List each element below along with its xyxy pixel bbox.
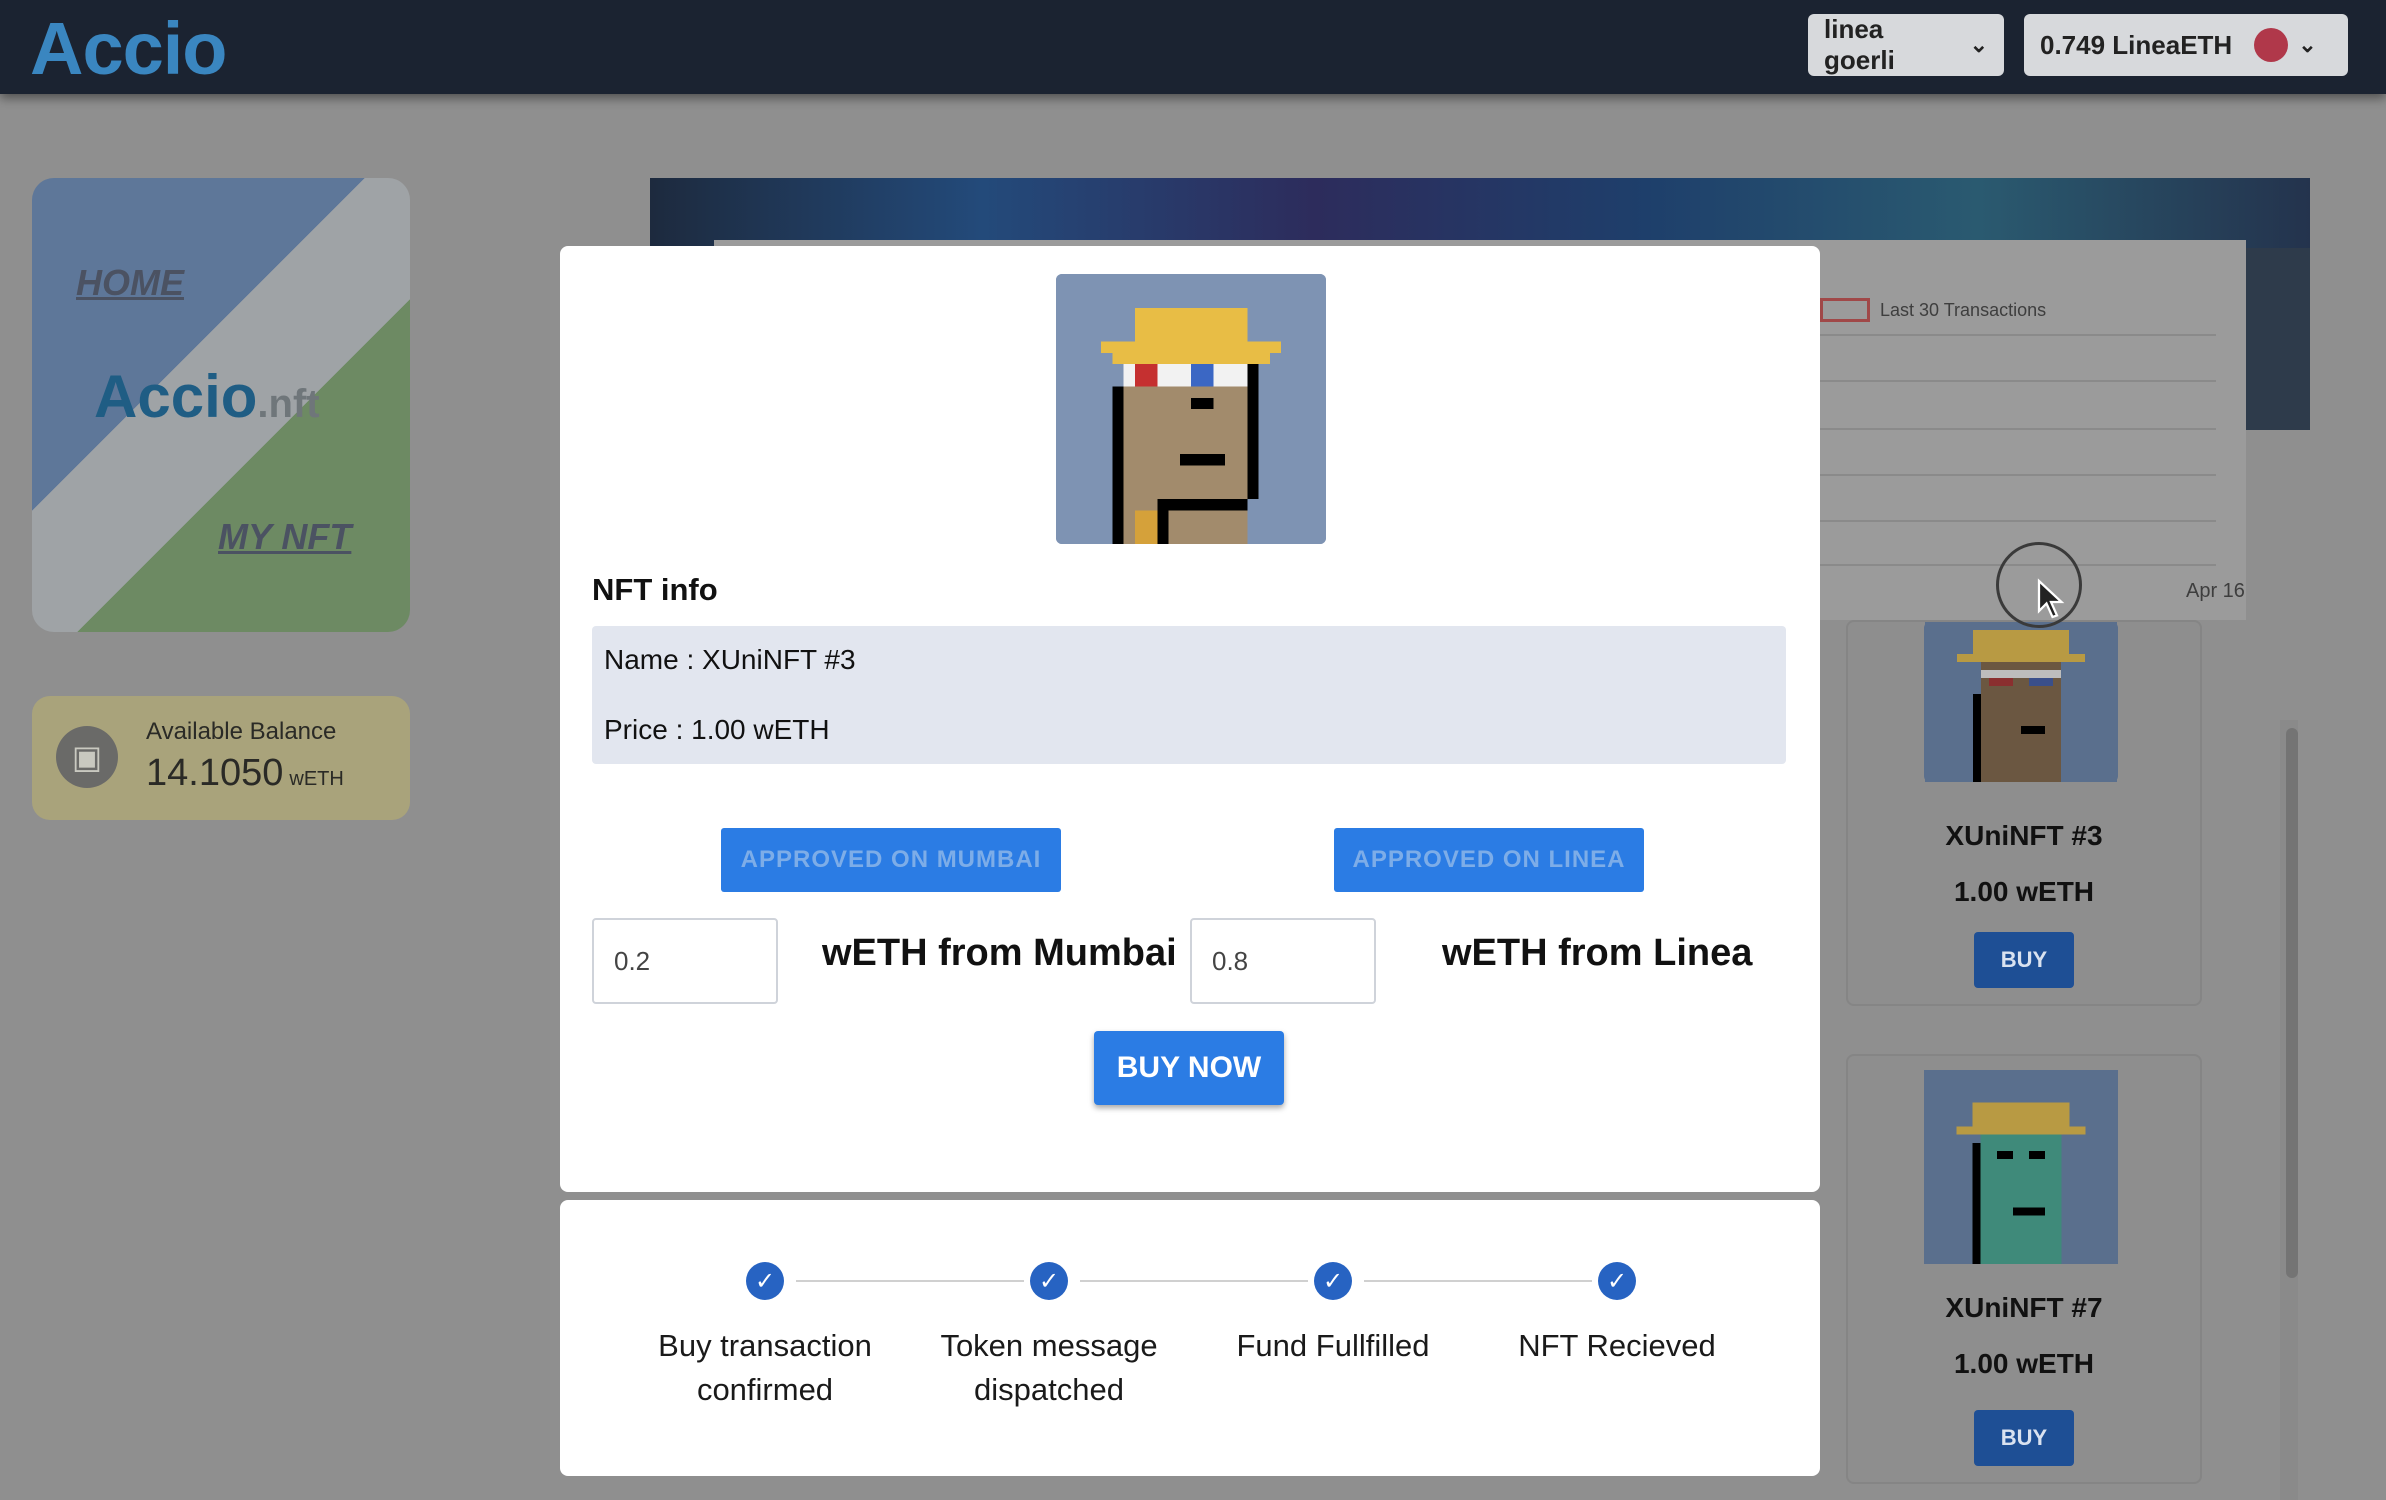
chart-gridline xyxy=(1816,520,2216,522)
step-label-buy-confirmed: Buy transaction confirmed xyxy=(635,1324,895,1412)
step-label-line: Fund Fullfilled xyxy=(1236,1328,1430,1363)
chevron-down-icon: ⌄ xyxy=(1969,32,1988,57)
mouse-pointer-icon xyxy=(2037,578,2065,619)
nft-price-line: Price : 1.00 wETH xyxy=(604,714,830,745)
chart-gridline xyxy=(1816,334,2216,336)
nft-card-price: 1.00 wETH xyxy=(1953,1348,2095,1379)
nft-card-name: XUniNFT #3 xyxy=(1945,820,2103,851)
chart-gridline xyxy=(1816,380,2216,382)
punk-avatar-icon xyxy=(1925,622,2117,782)
check-icon: ✓ xyxy=(746,1262,784,1300)
punk-avatar-icon xyxy=(1924,1070,2118,1264)
wallet-balance-button[interactable]: 0.749 LineaETH ⌄ xyxy=(2024,14,2348,76)
buy-button[interactable]: BUY xyxy=(1974,932,2074,988)
chart-legend: Last 30 Transactions xyxy=(1820,298,2046,322)
nav-my-nft-link[interactable]: MY NFT xyxy=(218,516,351,558)
step-label-nft-received: NFT Recieved xyxy=(1487,1324,1747,1368)
nft-purchase-modal: NFT info Name : XUniNFT #3 Price : 1.00 … xyxy=(560,246,1820,1192)
check-icon: ✓ xyxy=(1314,1262,1352,1300)
chart-gridline xyxy=(1816,474,2216,476)
linea-amount-label: wETH from Linea xyxy=(1442,932,1753,974)
nft-card-price: 1.00 wETH xyxy=(1953,876,2095,907)
mumbai-amount-label: wETH from Mumbai xyxy=(822,932,1177,974)
nft-info-title: NFT info xyxy=(592,572,718,607)
step-connector xyxy=(1080,1280,1308,1282)
mumbai-amount-input[interactable] xyxy=(592,918,778,1004)
nft-card-image[interactable] xyxy=(1924,622,2118,782)
banner-graphic xyxy=(650,178,2310,248)
check-icon: ✓ xyxy=(1598,1262,1636,1300)
buy-button[interactable]: BUY xyxy=(1974,1410,2074,1466)
linea-amount-input[interactable] xyxy=(1190,918,1376,1004)
step-label-fund-fulfilled: Fund Fullfilled xyxy=(1203,1324,1463,1368)
chevron-down-icon: ⌄ xyxy=(2298,32,2317,57)
step-label-line: dispatched xyxy=(974,1372,1124,1407)
step-label-line: NFT Recieved xyxy=(1518,1328,1716,1363)
chart-gridline xyxy=(1816,428,2216,430)
balance-value: 14.1050 xyxy=(146,752,284,794)
nft-card: XUniNFT #7 1.00 wETH BUY xyxy=(1846,1054,2202,1484)
chart-x-tick: Apr 16 xyxy=(2186,580,2245,602)
nft-card-name: XUniNFT #7 xyxy=(1945,1292,2103,1323)
step-label-line: Token message xyxy=(940,1328,1158,1363)
approved-on-mumbai-button[interactable]: APPROVED ON MUMBAI xyxy=(721,828,1061,892)
balance-value-row: 14.1050 wETH xyxy=(146,752,344,795)
sidebar-logo-suffix: .nft xyxy=(257,382,320,426)
wallet-balance-label: 0.749 LineaETH xyxy=(2040,29,2233,60)
top-navbar: Accio linea goerli ⌄ 0.749 LineaETH ⌄ xyxy=(0,0,2386,94)
check-icon: ✓ xyxy=(1030,1262,1068,1300)
network-selector[interactable]: linea goerli ⌄ xyxy=(1808,14,2004,76)
nft-card: XUniNFT #3 1.00 wETH BUY xyxy=(1846,620,2202,1006)
legend-swatch xyxy=(1820,298,1870,322)
balance-label: Available Balance xyxy=(146,718,337,745)
purchase-progress-panel: ✓ ✓ ✓ ✓ Buy transaction confirmed Token … xyxy=(560,1200,1820,1476)
sidebar-logo: Accio.nft xyxy=(94,362,320,431)
nft-info-box: Name : XUniNFT #3 Price : 1.00 wETH xyxy=(592,626,1786,764)
page-scrollbar-thumb[interactable] xyxy=(2286,728,2298,1278)
network-label: linea goerli xyxy=(1824,14,1895,75)
nft-card-image[interactable] xyxy=(1924,1070,2118,1264)
step-connector xyxy=(1364,1280,1592,1282)
step-label-line: Buy transaction xyxy=(658,1328,872,1363)
wallet-icon: ▣ xyxy=(56,726,118,788)
legend-label: Last 30 Transactions xyxy=(1880,299,2047,320)
step-label-token-dispatched: Token message dispatched xyxy=(919,1324,1179,1412)
app-logo[interactable]: Accio xyxy=(30,6,228,91)
step-connector xyxy=(796,1280,1024,1282)
buy-now-button[interactable]: BUY NOW xyxy=(1094,1031,1284,1105)
available-balance-card: ▣ Available Balance 14.1050 wETH xyxy=(32,696,410,820)
wallet-avatar xyxy=(2254,28,2289,62)
nav-home-link[interactable]: HOME xyxy=(76,262,184,304)
sidebar-nav-card: HOME Accio.nft MY NFT xyxy=(32,178,410,632)
nft-preview-image xyxy=(1056,274,1326,544)
approved-on-linea-button[interactable]: APPROVED ON LINEA xyxy=(1334,828,1644,892)
balance-unit: wETH xyxy=(289,768,344,790)
punk-avatar-icon xyxy=(1056,274,1326,544)
nft-name-line: Name : XUniNFT #3 xyxy=(604,644,856,675)
step-label-line: confirmed xyxy=(696,1372,834,1407)
sidebar-logo-main: Accio xyxy=(94,363,258,430)
